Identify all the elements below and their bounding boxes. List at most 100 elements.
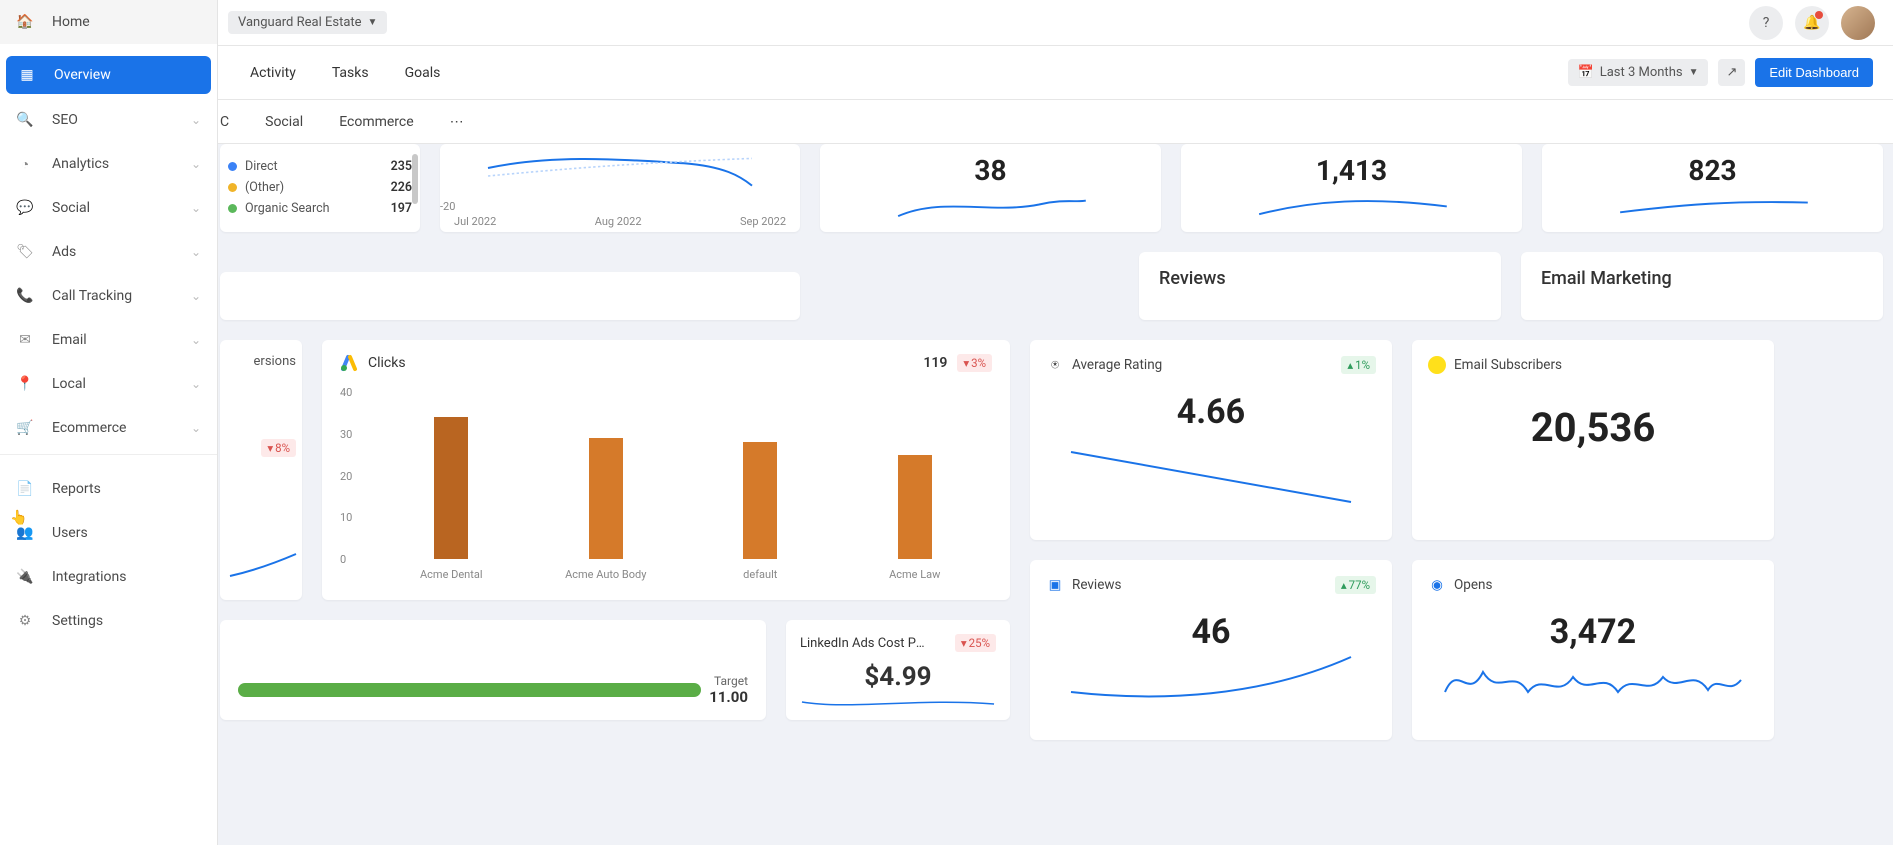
tab-tasks[interactable]: Tasks [332,65,369,81]
subscribers-value: 20,536 [1428,404,1758,451]
chevron-down-icon: ⌄ [191,113,201,127]
y-tick: 30 [340,428,352,441]
tab-social[interactable]: Social [265,114,303,130]
conversions-label-clipped: ersions [220,354,296,369]
date-range-button[interactable]: 📅 Last 3 Months ▼ [1568,59,1709,86]
change-badge-down: ▾ 8% [261,439,296,457]
change-badge-up: ▴ 77% [1335,576,1376,594]
tab-goals[interactable]: Goals [405,65,441,81]
sidebar-label: Social [52,200,90,216]
stat-card-3: 823 [1542,144,1883,232]
reviews-count-card: ▣ Reviews ▴ 77% 46 [1030,560,1392,740]
topbar: Vanguard Real Estate ▼ ? 🔔 [0,0,1893,46]
legend-label: (Other) [245,180,284,195]
client-name: Vanguard Real Estate [238,15,362,30]
divider [0,454,217,455]
sidebar-item-home[interactable]: 🏠 Home [0,0,217,44]
linkedin-sparkline [800,692,996,712]
legend-value: 197 [391,201,412,216]
stat-sparkline [1197,187,1506,222]
sidebar-label: Analytics [52,156,109,172]
more-tabs-button[interactable]: ⋯ [450,114,464,130]
share-icon: ↗ [1726,65,1737,80]
sidebar-item-seo[interactable]: 🔍 SEO ⌄ [0,98,217,142]
target-progress-card: Target 11.00 [220,620,766,720]
linkedin-cost-value: $4.99 [800,662,996,692]
client-selector[interactable]: Vanguard Real Estate ▼ [228,11,387,34]
sidebar-item-ads[interactable]: 🏷 Ads ⌄ [0,230,217,274]
sidebar-item-integrations[interactable]: 🔌 Integrations [0,555,217,599]
tab-activity[interactable]: Activity [250,65,296,81]
opens-icon: ◉ [1428,576,1446,594]
conv-sparkline [228,546,298,586]
stat-sparkline [1558,187,1867,222]
sidebar-item-settings[interactable]: ⚙ Settings [0,599,217,643]
card-title-truncated: LinkedIn Ads Cost Per Co... [800,636,930,651]
phone-icon: 📞 [16,288,34,304]
sidebar-item-social[interactable]: 💬 Social ⌄ [0,186,217,230]
reviews-icon: ▣ [1046,576,1064,594]
tab-ppc-clipped[interactable]: C [220,114,229,130]
legend-item: (Other) 226 [228,177,412,198]
stat-sparkline [836,187,1145,222]
legend-dot-organic [228,204,237,213]
sidebar: 🏠 Home ▦ Overview 🔍 SEO ⌄ ◔ Analytics ⌄ … [0,0,218,845]
card-title: Opens [1454,577,1492,593]
stat-card-2: 1,413 [1181,144,1522,232]
change-badge-down: ▾ 25% [955,634,996,652]
edit-dashboard-button[interactable]: Edit Dashboard [1755,58,1873,87]
legend-value: 235 [391,159,412,174]
help-icon: ? [1763,15,1770,31]
sidebar-label: Reports [52,481,101,497]
caret-down-icon: ▼ [1689,67,1699,78]
sidebar-item-reports[interactable]: 📄 Reports [0,467,217,511]
sidebar-item-analytics[interactable]: ◔ Analytics ⌄ [0,142,217,186]
y-min-label: -20 [440,200,455,213]
mail-icon: ✉ [16,332,34,348]
average-rating-card: ⍟ Average Rating ▴ 1% 4.66 [1030,340,1392,540]
sidebar-label: Settings [52,613,103,629]
stat-value: 38 [974,154,1006,187]
sidebar-item-ecommerce[interactable]: 🛒 Ecommerce ⌄ [0,406,217,450]
trend-line-card: -20 Jul 2022 Aug 2022 Sep 2022 [440,144,800,232]
chat-icon: 💬 [16,200,34,216]
trend-sparkline [454,152,786,192]
sidebar-item-local[interactable]: 📍 Local ⌄ [0,362,217,406]
sidebar-item-calltracking[interactable]: 📞 Call Tracking ⌄ [0,274,217,318]
opens-sparkline [1428,652,1758,712]
cart-icon: 🛒 [16,420,34,436]
conversions-card-partial: ersions ▾ 8% [220,340,302,600]
pie-icon: ◔ [16,156,34,173]
x-tick: Sep 2022 [740,215,786,228]
sidebar-label: Email [52,332,87,348]
sidebar-item-overview[interactable]: ▦ Overview [6,56,211,94]
sidebar-item-users[interactable]: 👥 Users [0,511,217,555]
gear-icon: ⚙ [16,613,34,629]
x-tick: Acme Auto Body [529,568,684,581]
sidebar-item-email[interactable]: ✉ Email ⌄ [0,318,217,362]
share-button[interactable]: ↗ [1718,59,1745,86]
legend-label: Direct [245,159,278,174]
mailchimp-icon [1428,356,1446,374]
card-title: Email Subscribers [1454,357,1562,373]
pin-icon: 📍 [16,376,34,392]
clicks-value: 119 [923,355,947,371]
tab-ecommerce[interactable]: Ecommerce [339,114,413,130]
search-icon: 🔍 [16,112,34,128]
dashboard-content: Direct 235 (Other) 226 Organic Search 19… [210,144,1893,760]
linkedin-cost-card: LinkedIn Ads Cost Per Co... ▾ 25% $4.99 [786,620,1010,720]
legend-item: Organic Search 197 [228,198,412,219]
legend-item: Direct 235 [228,156,412,177]
avatar[interactable] [1841,6,1875,40]
bar [898,455,932,559]
section-title: Email Marketing [1541,268,1672,289]
home-icon: 🏠 [16,14,34,30]
target-value: 11.00 [709,688,748,706]
reviews-sparkline [1046,652,1376,712]
legend-scrollbar[interactable] [412,154,418,204]
chevron-down-icon: ⌄ [191,157,201,171]
help-button[interactable]: ? [1749,6,1783,40]
notifications-button[interactable]: 🔔 [1795,6,1829,40]
rating-sparkline [1046,442,1376,512]
target-label: Target [709,674,748,688]
